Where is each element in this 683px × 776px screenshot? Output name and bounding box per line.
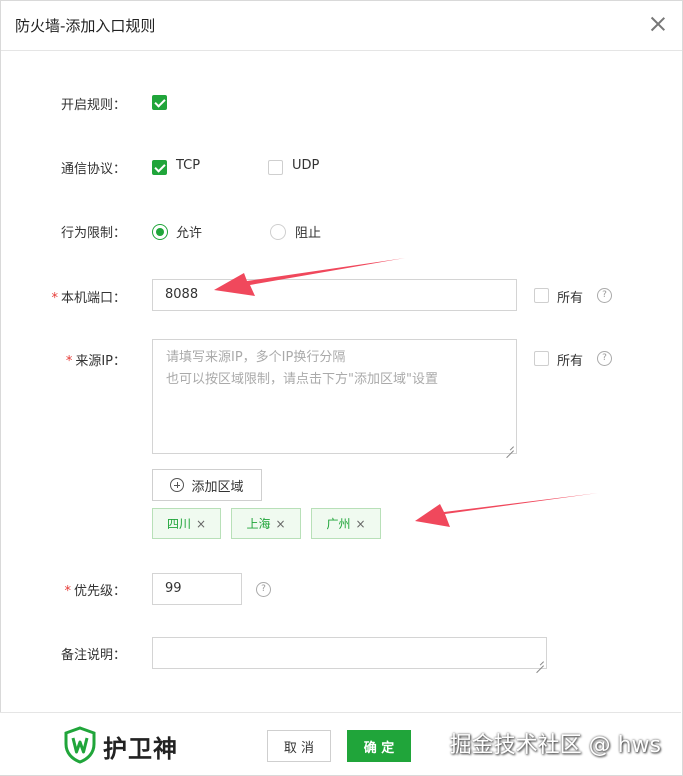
block-radio[interactable] (270, 224, 286, 240)
remove-tag-icon[interactable]: × (196, 517, 206, 531)
close-icon[interactable] (648, 14, 668, 34)
priority-label: * 优先级： (14, 580, 126, 599)
port-label-text: 本机端口： (60, 291, 126, 306)
cancel-button[interactable]: 取 消 (267, 730, 331, 762)
udp-checkbox[interactable] (268, 160, 283, 175)
required-mark: * (64, 584, 71, 599)
confirm-button[interactable]: 确 定 (347, 730, 411, 762)
source-ip-label-text: 来源IP： (75, 354, 126, 369)
resize-grip-icon[interactable] (506, 443, 514, 451)
port-help-icon[interactable]: ? (597, 288, 612, 303)
port-label: * 本机端口： (14, 287, 126, 306)
source-ip-help-icon[interactable]: ? (597, 351, 612, 366)
region-tag-label: 广州 (326, 517, 351, 531)
region-tag-label: 上海 (246, 517, 271, 531)
port-input[interactable]: 8088 (152, 279, 517, 311)
brand-name: 护卫神 (103, 735, 178, 763)
allow-radio[interactable] (152, 224, 168, 240)
source-ip-all-label[interactable]: 所有 (557, 350, 583, 369)
shield-logo-icon (64, 726, 96, 764)
resize-grip-icon[interactable] (536, 658, 544, 666)
remove-tag-icon[interactable]: × (355, 517, 365, 531)
required-mark: * (51, 291, 58, 306)
add-region-label: 添加区域 (191, 479, 244, 495)
priority-label-text: 优先级： (73, 584, 126, 599)
source-ip-label: * 来源IP： (14, 350, 126, 369)
enable-rule-checkbox[interactable] (152, 95, 167, 110)
remark-label: 备注说明： (60, 648, 126, 663)
priority-input[interactable]: 99 (152, 573, 242, 605)
plus-circle-icon (170, 478, 185, 492)
tcp-label[interactable]: TCP (176, 158, 200, 173)
source-ip-all-checkbox[interactable] (534, 351, 549, 366)
region-tag-guangzhou: 广州 × (311, 508, 381, 539)
remove-tag-icon[interactable]: × (275, 517, 285, 531)
region-tag-sichuan: 四川 × (152, 508, 221, 539)
title-bar: 防火墙-添加入口规则 (1, 1, 682, 51)
source-ip-placeholder-line2: 也可以按区域限制，请点击下方"添加区域"设置 (166, 372, 438, 387)
action-label: 行为限制： (60, 226, 126, 241)
dialog-title: 防火墙-添加入口规则 (15, 17, 156, 35)
protocol-label: 通信协议： (60, 162, 126, 177)
enable-rule-label: 开启规则： (60, 98, 126, 113)
source-ip-placeholder-line1: 请填写来源IP，多个IP换行分隔 (166, 350, 346, 365)
add-region-button[interactable]: 添加区域 (152, 469, 262, 501)
port-all-label[interactable]: 所有 (557, 287, 583, 306)
port-all-checkbox[interactable] (534, 288, 549, 303)
brand-logo: 护卫神 (63, 725, 195, 765)
tcp-checkbox[interactable] (152, 160, 167, 175)
region-tag-shanghai: 上海 × (231, 508, 301, 539)
remark-textarea[interactable] (152, 637, 547, 669)
source-ip-textarea[interactable]: 请填写来源IP，多个IP换行分隔 也可以按区域限制，请点击下方"添加区域"设置 (152, 339, 517, 454)
region-tag-label: 四川 (166, 517, 191, 531)
block-label[interactable]: 阻止 (295, 222, 321, 241)
required-mark: * (65, 354, 73, 369)
allow-label[interactable]: 允许 (176, 222, 202, 241)
priority-help-icon[interactable]: ? (256, 582, 271, 597)
udp-label[interactable]: UDP (292, 158, 319, 173)
watermark: 掘金技术社区 @ hws (449, 733, 661, 758)
